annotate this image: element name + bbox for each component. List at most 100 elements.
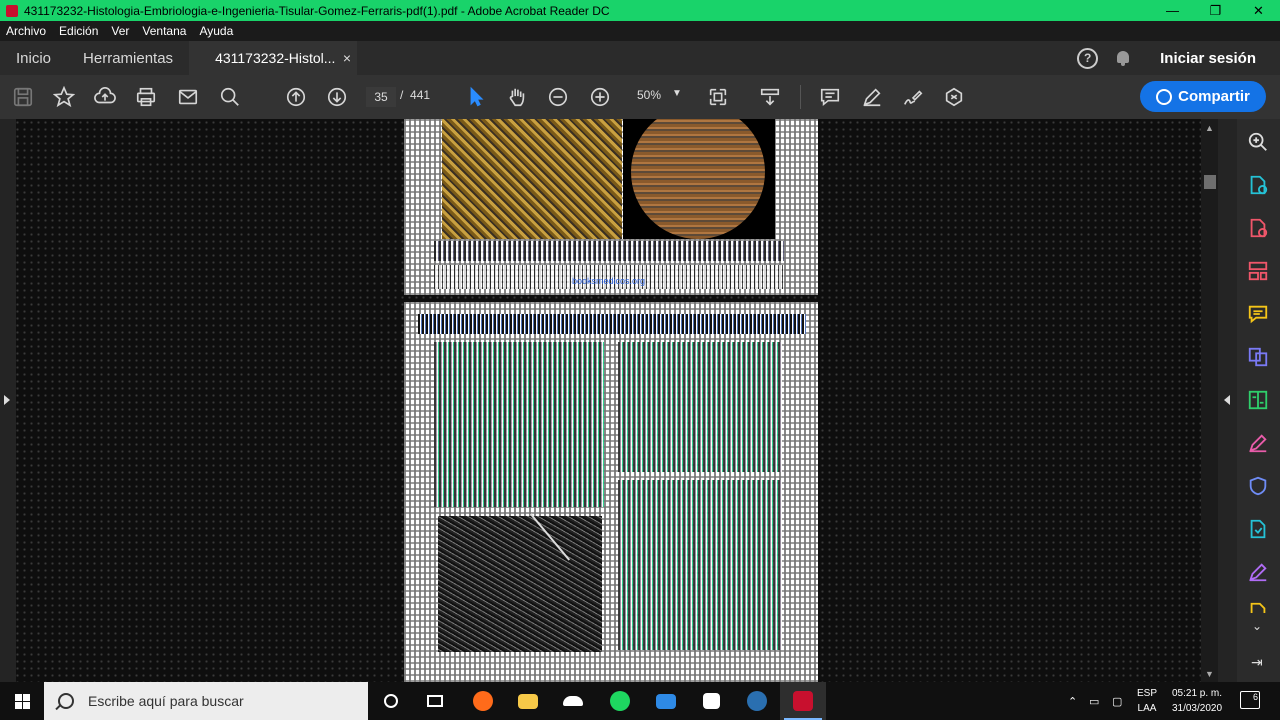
create-pdf-icon[interactable] <box>1247 217 1269 239</box>
compress-pdf-icon[interactable] <box>1247 389 1269 411</box>
windows-taskbar: Escribe aquí para buscar ⌃ ▭ ▢ ESP LAA 0… <box>0 682 1280 720</box>
acrobat-taskbar-icon[interactable] <box>780 682 826 720</box>
zoom-value[interactable]: 50% <box>637 88 661 102</box>
zoom-tool-icon[interactable] <box>1247 131 1269 153</box>
select-cursor-icon[interactable] <box>463 84 489 110</box>
tray-chevron-icon[interactable]: ⌃ <box>1068 682 1077 720</box>
fit-page-icon[interactable] <box>705 84 731 110</box>
page-image-micrograph <box>438 516 602 652</box>
collapse-right-icon <box>1224 395 1230 405</box>
toolbar: 35 / 441 50% ▼ Compartir <box>0 75 1280 119</box>
page-link[interactable]: booksmedicos.org <box>572 276 645 286</box>
tab-document[interactable]: 431173232-Histol... × <box>189 41 358 75</box>
cortana-icon[interactable] <box>368 682 414 720</box>
zoom-dropdown-icon[interactable]: ▼ <box>672 88 682 99</box>
share-button[interactable]: Compartir <box>1140 81 1266 112</box>
request-signature-icon[interactable] <box>1247 561 1269 583</box>
protect-icon[interactable] <box>1247 475 1269 497</box>
email-icon[interactable] <box>175 84 201 110</box>
page-text-column-right-lower <box>618 480 782 650</box>
start-button[interactable] <box>0 682 44 720</box>
menu-ventana[interactable]: Ventana <box>142 24 186 38</box>
file-explorer-icon[interactable] <box>505 682 551 720</box>
mail-icon[interactable] <box>643 682 689 720</box>
page-up-icon[interactable] <box>283 84 309 110</box>
clock[interactable]: 05:21 p. m. 31/03/2020 <box>1164 686 1230 716</box>
scroll-up-icon[interactable]: ▲ <box>1205 123 1214 133</box>
page-caption <box>434 241 784 261</box>
document-viewer[interactable]: booksmedicos.org ▲ ▼ <box>0 119 1237 682</box>
language-indicator[interactable]: ESP LAA <box>1134 686 1160 716</box>
scroll-down-icon[interactable]: ▼ <box>1205 669 1214 679</box>
sign-icon[interactable] <box>900 84 926 110</box>
expand-left-icon <box>4 395 10 405</box>
page-text-column-right <box>618 342 782 472</box>
tab-tools[interactable]: Herramientas <box>67 41 189 75</box>
menu-ayuda[interactable]: Ayuda <box>199 24 233 38</box>
page-number-input[interactable]: 35 <box>366 87 396 107</box>
signin-button[interactable]: Iniciar sesión <box>1160 50 1256 67</box>
vertical-scrollbar[interactable]: ▲ ▼ <box>1201 119 1218 682</box>
bell-icon[interactable] <box>1114 49 1132 67</box>
menu-edicion[interactable]: Edición <box>59 24 98 38</box>
collapse-tools-pane-icon[interactable]: ⇥ <box>1251 654 1263 671</box>
help-icon[interactable]: ? <box>1077 47 1099 69</box>
minimize-button[interactable]: — <box>1151 0 1194 21</box>
share-label: Compartir <box>1178 88 1250 105</box>
scroll-mode-icon[interactable] <box>757 84 783 110</box>
task-view-icon[interactable] <box>412 682 458 720</box>
combine-files-icon[interactable] <box>1247 346 1269 368</box>
window-title: 431173232-Histologia-Embriologia-e-Ingen… <box>24 3 610 18</box>
firefox-icon[interactable] <box>460 682 506 720</box>
search-icon <box>58 693 74 709</box>
notification-center-icon[interactable]: 6 <box>1240 691 1260 709</box>
star-icon[interactable] <box>51 84 77 110</box>
zoom-in-icon[interactable] <box>587 84 613 110</box>
highlight-pen-icon[interactable] <box>859 84 885 110</box>
organize-pages-icon[interactable] <box>1247 260 1269 282</box>
stamp-icon[interactable] <box>941 84 967 110</box>
left-panel-toggle[interactable] <box>0 119 16 682</box>
windows-icon <box>14 693 30 709</box>
title-bar: 431173232-Histologia-Embriologia-e-Ingen… <box>0 0 1280 21</box>
store-icon[interactable] <box>688 682 734 720</box>
pdf-page: booksmedicos.org <box>404 119 818 295</box>
taskbar-search-placeholder: Escribe aquí para buscar <box>88 693 244 709</box>
hand-icon[interactable] <box>504 84 530 110</box>
page-total: / 441 <box>400 88 431 102</box>
export-pdf-icon[interactable] <box>1247 174 1269 196</box>
print-icon[interactable] <box>133 84 159 110</box>
search-icon[interactable] <box>217 84 243 110</box>
menu-archivo[interactable]: Archivo <box>6 24 46 38</box>
send-for-review-icon[interactable] <box>1247 518 1269 540</box>
tools-scroll-down-icon[interactable]: ⌄ <box>1252 619 1262 633</box>
cloud-upload-icon[interactable] <box>92 84 118 110</box>
menu-ver[interactable]: Ver <box>111 24 129 38</box>
battery-icon[interactable]: ▭ <box>1089 682 1099 720</box>
maximize-button[interactable]: ❐ <box>1194 0 1237 21</box>
network-icon[interactable]: ▢ <box>1112 682 1122 720</box>
add-user-icon <box>1156 88 1173 105</box>
page-text-column-left <box>434 342 604 507</box>
taskbar-search-box[interactable]: Escribe aquí para buscar <box>44 682 368 720</box>
scrollbar-thumb[interactable] <box>1204 175 1216 189</box>
steam-icon[interactable] <box>734 682 780 720</box>
comment-icon[interactable] <box>817 84 843 110</box>
page-image-round-section <box>623 119 775 239</box>
tools-pane: ⌄ ⇥ <box>1237 119 1280 682</box>
tab-home[interactable]: Inicio <box>0 41 67 75</box>
menu-bar: Archivo Edición Ver Ventana Ayuda <box>0 21 1280 41</box>
save-icon[interactable] <box>10 84 36 110</box>
page-down-icon[interactable] <box>324 84 350 110</box>
tab-close-button[interactable]: × <box>343 50 351 66</box>
zoom-out-icon[interactable] <box>545 84 571 110</box>
tab-document-label: 431173232-Histol... <box>215 50 336 66</box>
more-tools-icon[interactable] <box>1247 601 1269 613</box>
fill-sign-icon[interactable] <box>1247 432 1269 454</box>
close-window-button[interactable]: ✕ <box>1237 0 1280 21</box>
spotify-icon[interactable] <box>597 682 643 720</box>
right-panel-toggle[interactable] <box>1218 119 1237 682</box>
soundcloud-icon[interactable] <box>550 682 596 720</box>
toolbar-divider <box>800 85 801 109</box>
comment-tool-icon[interactable] <box>1247 303 1269 325</box>
